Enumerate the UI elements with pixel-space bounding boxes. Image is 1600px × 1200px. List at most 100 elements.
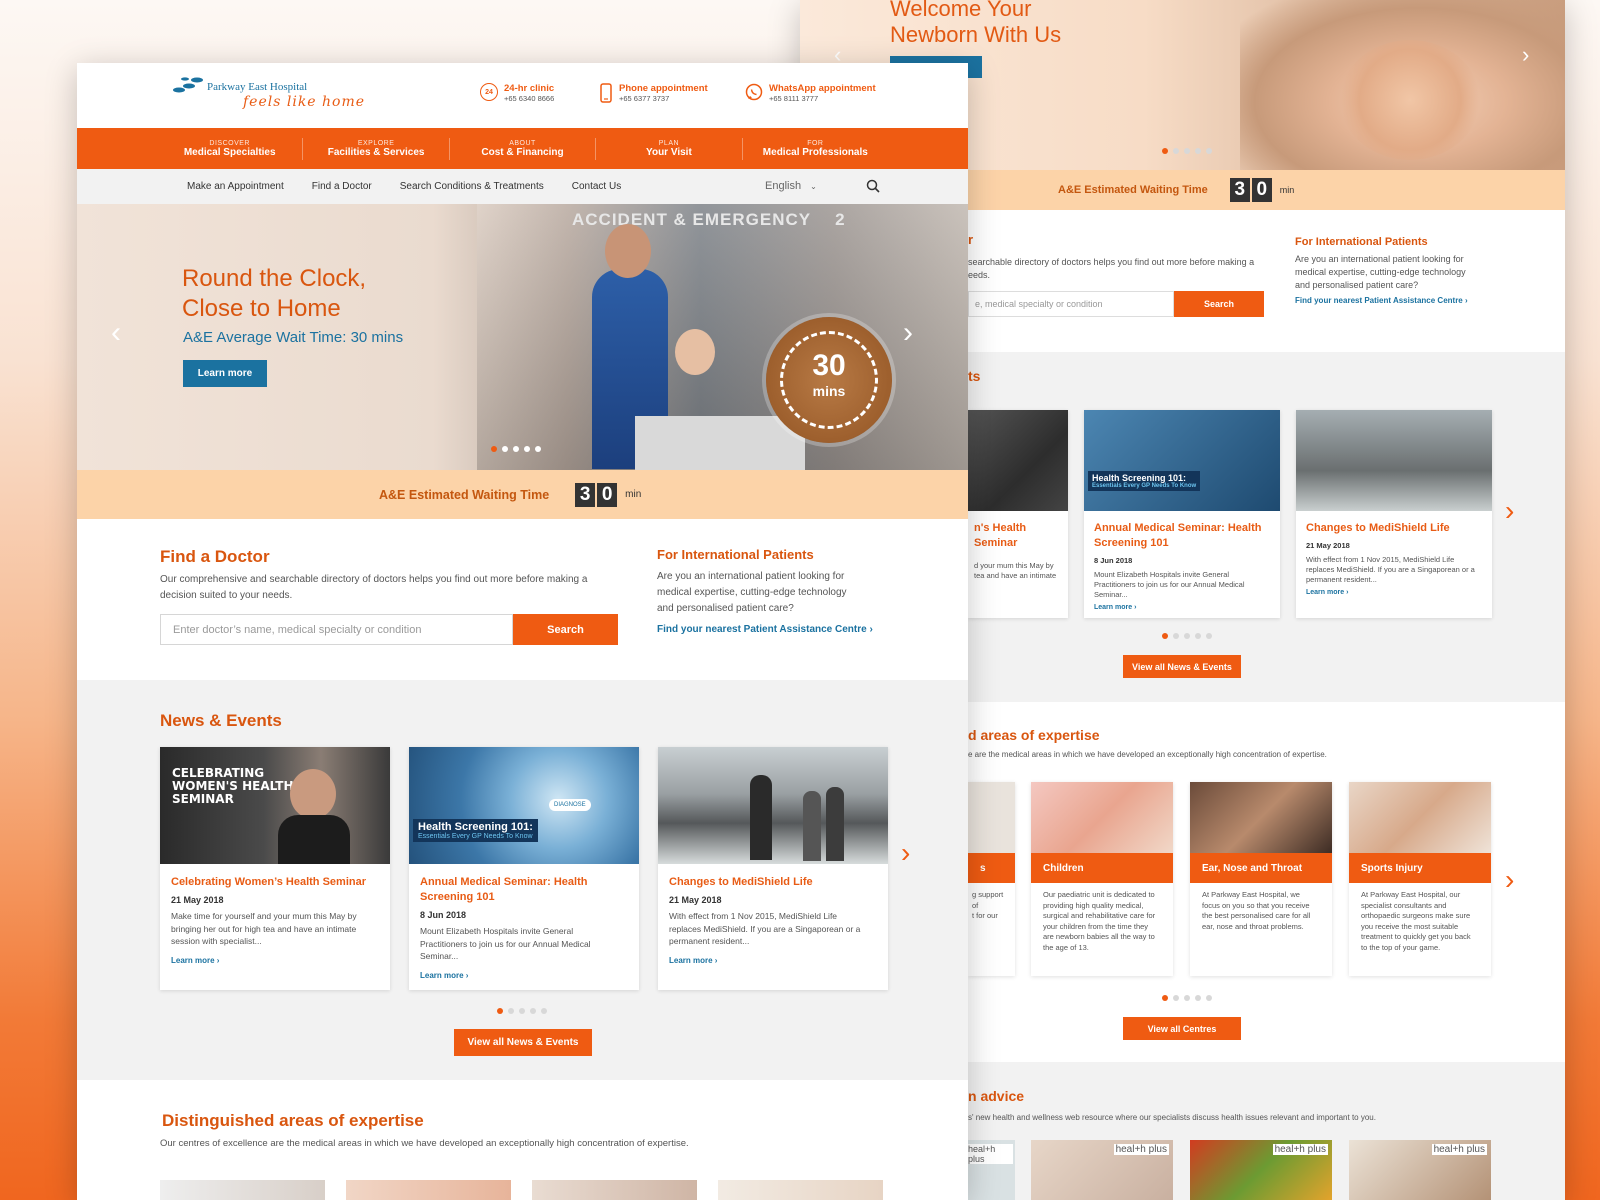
news-card-image-caption: Health Screening 101: Essentials Every G… (413, 819, 538, 842)
news-card-learn-more[interactable]: Learn more › (658, 956, 888, 965)
expertise-card[interactable] (346, 1180, 511, 1200)
hero-title: Round the Clock, Close to Home (182, 265, 367, 322)
view-all-news-button[interactable]: View all News & Events (454, 1029, 592, 1056)
back-news-image (968, 410, 1068, 511)
back-expertise-desc: e are the medical areas in which we have… (968, 750, 1327, 759)
nav-cost-financing[interactable]: ABOUT Cost & Financing (450, 138, 597, 160)
news-card-learn-more[interactable]: Learn more › (160, 956, 390, 965)
back-expertise-card-text: At Parkway East Hospital, our specialist … (1361, 890, 1471, 952)
back-expertise-dots[interactable] (1162, 995, 1212, 1001)
back-hero-next-icon[interactable]: › (1522, 42, 1529, 68)
back-ae-digit: 3 (1229, 178, 1250, 202)
back-news-card-text: d your mum this May by tea and have an in… (974, 561, 1057, 580)
news-card-date: 8 Jun 2018 (420, 910, 467, 920)
back-view-news-button[interactable]: View all News & Events (1123, 655, 1241, 678)
back-expertise-image (1190, 782, 1332, 853)
back-news-next-icon[interactable]: › (1505, 495, 1514, 527)
hero-next-icon[interactable]: › (903, 316, 913, 350)
back-expertise-card[interactable]: Ear, Nose and Throat At Parkway East Hos… (1190, 782, 1332, 976)
news-card-image: DIAGNOSE Health Screening 101: Essential… (409, 747, 639, 864)
news-card-text: Mount Elizabeth Hospitals invite General… (420, 926, 591, 961)
back-expertise-card[interactable]: Sports Injury At Parkway East Hospital, … (1349, 782, 1491, 976)
expertise-card[interactable] (532, 1180, 697, 1200)
site-header: Parkway East Hospital feels like home 24… (77, 63, 968, 128)
subnav-make-appointment[interactable]: Make an Appointment (187, 181, 284, 192)
back-expertise-card-text: g support of t for our (972, 890, 1004, 920)
back-news-card-text: With effect from 1 Nov 2015, MediShield … (1306, 555, 1475, 584)
back-expertise-card-title: Children (1031, 853, 1173, 883)
back-expertise-card[interactable]: s g support of t for our (968, 782, 1015, 976)
logo-name: Parkway East Hospital (207, 81, 308, 93)
subnav-search-conditions[interactable]: Search Conditions & Treatments (400, 181, 544, 192)
back-news-learn-more[interactable]: Learn more › (1084, 604, 1280, 611)
ae-wait-digit: 0 (597, 482, 618, 507)
nav-medical-professionals[interactable]: FOR Medical Professionals (743, 138, 888, 160)
back-advice-card[interactable]: heal+h plus (968, 1140, 1015, 1200)
hero-prev-icon[interactable]: ‹ (111, 316, 121, 350)
back-news-card-text: Mount Elizabeth Hospitals invite General… (1094, 570, 1245, 599)
contact-label: Phone appointment (619, 83, 708, 94)
back-news-card-title: n's Health Seminar (974, 522, 1027, 549)
back-news-card[interactable]: Changes to MediShield Life 21 May 2018 W… (1296, 410, 1492, 618)
contact-whatsapp[interactable]: WhatsApp appointment +65 8111 3777 (745, 83, 876, 103)
hero-learn-more-button[interactable]: Learn more (183, 360, 267, 387)
hero-carousel-dots[interactable] (491, 446, 541, 452)
expertise-card[interactable] (718, 1180, 883, 1200)
baby-photo (1340, 40, 1480, 160)
intl-patients-link[interactable]: Find your nearest Patient Assistance Cen… (657, 624, 873, 635)
back-advice-card[interactable]: heal+h plus (1031, 1140, 1173, 1200)
news-carousel-dots[interactable] (497, 1008, 547, 1014)
contact-phone[interactable]: Phone appointment +65 6377 3737 (599, 83, 708, 103)
expertise-card[interactable] (160, 1180, 325, 1200)
hero-badge: 30 mins (766, 317, 892, 443)
subnav-contact-us[interactable]: Contact Us (572, 181, 621, 192)
intl-patients-desc: Are you an international patient looking… (657, 571, 847, 614)
hero-badge-unit: mins (812, 383, 846, 399)
back-advice-card[interactable]: heal+h plus (1190, 1140, 1332, 1200)
24h-icon: 24 (480, 83, 498, 101)
news-card-learn-more[interactable]: Learn more › (409, 971, 639, 980)
back-advice-title: n advice (968, 1088, 1025, 1104)
back-intl-title: For International Patients (1295, 236, 1428, 248)
back-expertise-card-text: At Parkway East Hospital, we focus on you… (1202, 890, 1311, 931)
search-icon[interactable] (866, 179, 880, 193)
news-card-image-badge: DIAGNOSE (549, 799, 591, 811)
nav-facilities-services[interactable]: EXPLORE Facilities & Services (303, 138, 450, 160)
doctor-search-button[interactable]: Search (513, 614, 618, 645)
main-nav: DISCOVER Medical Specialties EXPLORE Facil… (77, 128, 968, 169)
hero-banner: ACCIDENT & EMERGENCY 2 30 mins Round the … (77, 204, 968, 470)
news-card-image (658, 747, 888, 864)
subnav-find-doctor[interactable]: Find a Doctor (312, 181, 372, 192)
language-select[interactable]: English ⌄ (765, 180, 817, 192)
news-next-icon[interactable]: › (901, 837, 910, 869)
doctor-search-input[interactable]: Enter doctor’s name, medical specialty o… (160, 614, 513, 645)
phone-icon (600, 83, 612, 103)
back-expertise-image (1349, 782, 1491, 853)
news-card[interactable]: Changes to MediShield Life 21 May 2018 W… (658, 747, 888, 990)
back-hero-dots[interactable] (1162, 148, 1212, 154)
contact-label: 24-hr clinic (504, 83, 555, 94)
back-hero-title: Welcome Your Newborn With Us (890, 0, 1062, 47)
ae-wait-bar: A&E Estimated Waiting Time 3 0 min (77, 470, 968, 519)
ae-wait-unit: min (625, 489, 642, 500)
back-news-card[interactable]: n's Health Seminar d your mum this May b… (968, 410, 1068, 618)
back-search-input[interactable]: e, medical specialty or condition (968, 291, 1174, 317)
back-expertise-card[interactable]: Children Our paediatric unit is dedicate… (1031, 782, 1173, 976)
nav-medical-specialties[interactable]: DISCOVER Medical Specialties (157, 138, 304, 160)
news-card-title: Celebrating Women’s Health Seminar (171, 876, 366, 888)
back-news-learn-more[interactable]: Learn more › (1296, 589, 1492, 596)
back-news-dots[interactable] (1162, 633, 1212, 639)
back-view-centres-button[interactable]: View all Centres (1123, 1017, 1241, 1040)
back-expertise-next-icon[interactable]: › (1505, 864, 1514, 896)
news-card[interactable]: CELEBRATING WOMEN'S HEALTH SEMINAR Celebra… (160, 747, 390, 990)
contact-24hr[interactable]: 24 24-hr clinic +65 6340 8666 (480, 83, 554, 103)
back-search-button[interactable]: Search (1174, 291, 1264, 317)
back-intl-link[interactable]: Find your nearest Patient Assistance Cen… (1295, 296, 1468, 305)
back-advice-card[interactable]: heal+h plus (1349, 1140, 1491, 1200)
back-ae-unit: min (1279, 185, 1295, 195)
back-news-card[interactable]: Health Screening 101: Essentials Every GP… (1084, 410, 1280, 618)
logo-icon (173, 77, 203, 93)
hero-subtitle: A&E Average Wait Time: 30 mins (183, 329, 404, 346)
news-card[interactable]: DIAGNOSE Health Screening 101: Essential… (409, 747, 639, 990)
nav-your-visit[interactable]: PLAN Your Visit (596, 138, 743, 160)
